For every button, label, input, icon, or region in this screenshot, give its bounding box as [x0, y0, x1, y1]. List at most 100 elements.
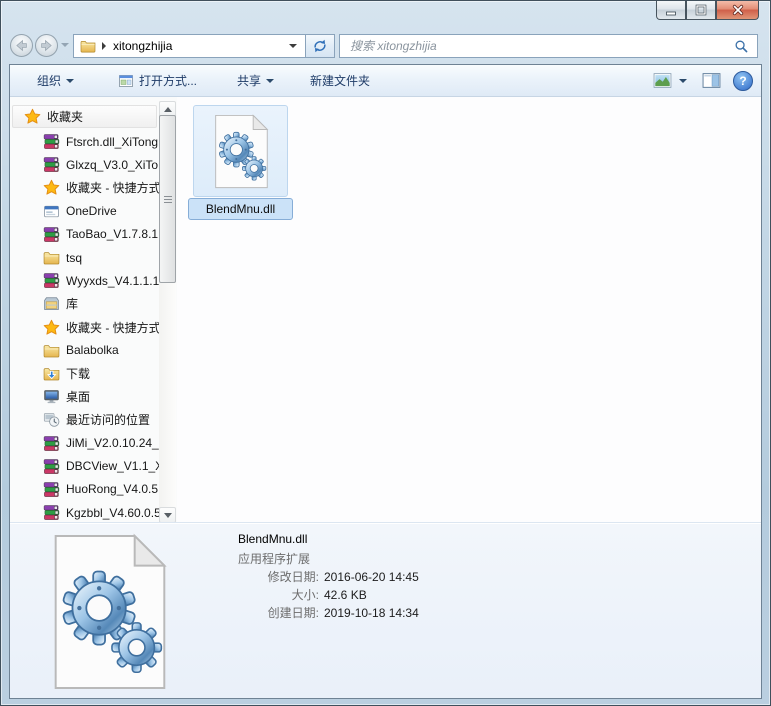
- sidebar-item-label: Ftsrch.dll_XiTong: [66, 134, 159, 149]
- file-name-label[interactable]: BlendMnu.dll: [188, 198, 293, 220]
- scrollbar-thumb[interactable]: [159, 115, 176, 283]
- views-caret-icon: [679, 78, 687, 83]
- organize-button[interactable]: 组织: [28, 68, 83, 93]
- new-folder-button[interactable]: 新建文件夹: [301, 68, 379, 93]
- sidebar-item-label: Balabolka: [66, 343, 119, 358]
- sidebar-item-recent-places[interactable]: 最近访问的位置: [10, 408, 177, 431]
- sidebar-item-label: Kgzbbl_V4.60.0.5: [66, 505, 161, 520]
- organize-caret-icon: [66, 78, 75, 83]
- window-controls: [656, 1, 759, 20]
- scroll-down-button[interactable]: [159, 507, 176, 523]
- forward-arrow-icon: [38, 37, 55, 54]
- dll-file-large-icon: [41, 533, 177, 691]
- organize-label: 组织: [37, 74, 62, 88]
- details-fields: 修改日期: 2016-06-20 14:45 大小: 42.6 KB 创建日期:…: [200, 568, 419, 622]
- command-toolbar: 组织 打开方式... 共享 新建文件夹 ?: [10, 65, 761, 97]
- folder-icon: [43, 249, 60, 266]
- close-button[interactable]: [716, 1, 759, 20]
- details-pane: BlendMnu.dll 应用程序扩展 修改日期: 2016-06-20 14:…: [10, 522, 761, 698]
- share-button[interactable]: 共享: [228, 68, 283, 93]
- back-button[interactable]: [10, 34, 33, 57]
- change-view-button[interactable]: [650, 68, 690, 93]
- recent-pages-dropdown[interactable]: [61, 43, 69, 47]
- rar-archive-icon: [43, 504, 60, 521]
- sidebar-item-label: TaoBao_V1.7.8.1: [66, 227, 159, 242]
- minimize-icon: [666, 11, 676, 16]
- navigation-pane: 收藏夹 Ftsrch.dll_XiTong Glxzq_V3.0_XiTo 收藏…: [10, 97, 177, 523]
- sidebar-item-label: 库: [66, 297, 79, 312]
- sidebar-item-ftsrch[interactable]: Ftsrch.dll_XiTong: [10, 130, 177, 153]
- breadcrumb-arrow-icon[interactable]: [102, 42, 106, 50]
- field-label: 大小:: [291, 588, 319, 602]
- sidebar-item-label: HuoRong_V4.0.5: [66, 482, 159, 497]
- star-icon: [43, 179, 60, 196]
- sidebar-item-label: 最近访问的位置: [66, 413, 151, 428]
- sidebar-item-label: 收藏夹: [47, 110, 84, 124]
- preview-pane-button[interactable]: [699, 68, 724, 93]
- breadcrumb-folder[interactable]: xitongzhijia: [113, 39, 172, 53]
- address-bar[interactable]: xitongzhijia: [73, 34, 306, 58]
- dll-file-icon: [209, 114, 273, 189]
- sidebar-item-desktop[interactable]: 桌面: [10, 385, 177, 408]
- file-icon-selection[interactable]: [193, 105, 288, 197]
- details-row-modified: 修改日期: 2016-06-20 14:45: [200, 568, 419, 586]
- field-value: 2019-10-18 14:34: [324, 606, 419, 620]
- sidebar-item-dbcview[interactable]: DBCView_V1.1_X: [10, 455, 177, 478]
- refresh-button[interactable]: [305, 34, 335, 58]
- star-icon: [43, 319, 60, 336]
- sidebar-item-taobao[interactable]: TaoBao_V1.7.8.1: [10, 223, 177, 246]
- thumb-grip: [163, 201, 172, 203]
- sidebar-item-label: OneDrive: [66, 204, 117, 219]
- onedrive-icon: [43, 203, 60, 220]
- open-with-button[interactable]: 打开方式...: [109, 68, 206, 93]
- explorer-window: xitongzhijia 组织 打开方式... 共享 新: [0, 0, 771, 706]
- field-value: 2016-06-20 14:45: [324, 570, 419, 584]
- address-dropdown-icon[interactable]: [289, 44, 297, 48]
- details-file-type: 应用程序扩展: [238, 552, 311, 566]
- sidebar-item-label: Wyyxds_V4.1.1.1: [66, 273, 160, 288]
- sidebar-item-onedrive[interactable]: OneDrive: [10, 200, 177, 223]
- sidebar-item-huorong[interactable]: HuoRong_V4.0.5: [10, 478, 177, 501]
- views-icon: [653, 72, 672, 89]
- folder-body: 收藏夹 Ftsrch.dll_XiTong Glxzq_V3.0_XiTo 收藏…: [10, 97, 761, 523]
- sidebar-item-kgzbbl[interactable]: Kgzbbl_V4.60.0.5: [10, 501, 177, 523]
- sidebar-item-label: tsq: [66, 250, 83, 265]
- file-tile-blendmnu[interactable]: BlendMnu.dll: [188, 105, 293, 220]
- sidebar-item-tsq[interactable]: tsq: [10, 246, 177, 269]
- share-caret-icon: [266, 78, 275, 83]
- details-row-created: 创建日期: 2019-10-18 14:34: [200, 604, 419, 622]
- sidebar-item-jimi[interactable]: JiMi_V2.0.10.24_: [10, 431, 177, 454]
- client-area: 组织 打开方式... 共享 新建文件夹 ? 收藏夹 Ftsrch.dll_XiT…: [9, 64, 762, 699]
- file-list-area[interactable]: BlendMnu.dll: [177, 97, 761, 523]
- sidebar-item-libraries[interactable]: 库: [10, 292, 177, 315]
- scroll-down-icon: [163, 512, 172, 518]
- field-value: 42.6 KB: [324, 588, 367, 602]
- sidebar-item-label: Glxzq_V3.0_XiTo: [66, 157, 159, 172]
- forward-button[interactable]: [35, 34, 58, 57]
- sidebar-item-glxzq[interactable]: Glxzq_V3.0_XiTo: [10, 153, 177, 176]
- open-with-icon: [118, 73, 134, 89]
- sidebar-item-favorites-shortcut[interactable]: 收藏夹 - 快捷方式: [10, 176, 177, 199]
- maximize-button[interactable]: [686, 1, 716, 20]
- preview-pane-icon: [702, 72, 721, 89]
- sidebar-item-downloads[interactable]: 下载: [10, 362, 177, 385]
- details-file-name: BlendMnu.dll: [238, 532, 308, 546]
- thumb-grip: [163, 195, 172, 197]
- sidebar-item-favorites[interactable]: 收藏夹: [12, 105, 157, 128]
- sidebar-item-wyyxds[interactable]: Wyyxds_V4.1.1.1: [10, 269, 177, 292]
- sidebar-item-favorites-shortcut-2[interactable]: 收藏夹 - 快捷方式: [10, 316, 177, 339]
- recent-places-icon: [43, 411, 60, 428]
- new-folder-label: 新建文件夹: [310, 74, 371, 88]
- share-label: 共享: [237, 74, 262, 88]
- rar-archive-icon: [43, 481, 60, 498]
- sidebar-item-balabolka[interactable]: Balabolka: [10, 339, 177, 362]
- sidebar-scrollbar[interactable]: [159, 101, 176, 523]
- rar-archive-icon: [43, 133, 60, 150]
- search-icon[interactable]: [734, 39, 749, 54]
- back-arrow-icon: [13, 37, 30, 54]
- sidebar-item-label: 桌面: [66, 390, 91, 405]
- minimize-button[interactable]: [656, 1, 686, 20]
- field-label: 创建日期:: [267, 606, 319, 620]
- search-input[interactable]: [348, 38, 734, 54]
- help-button[interactable]: ?: [733, 70, 753, 91]
